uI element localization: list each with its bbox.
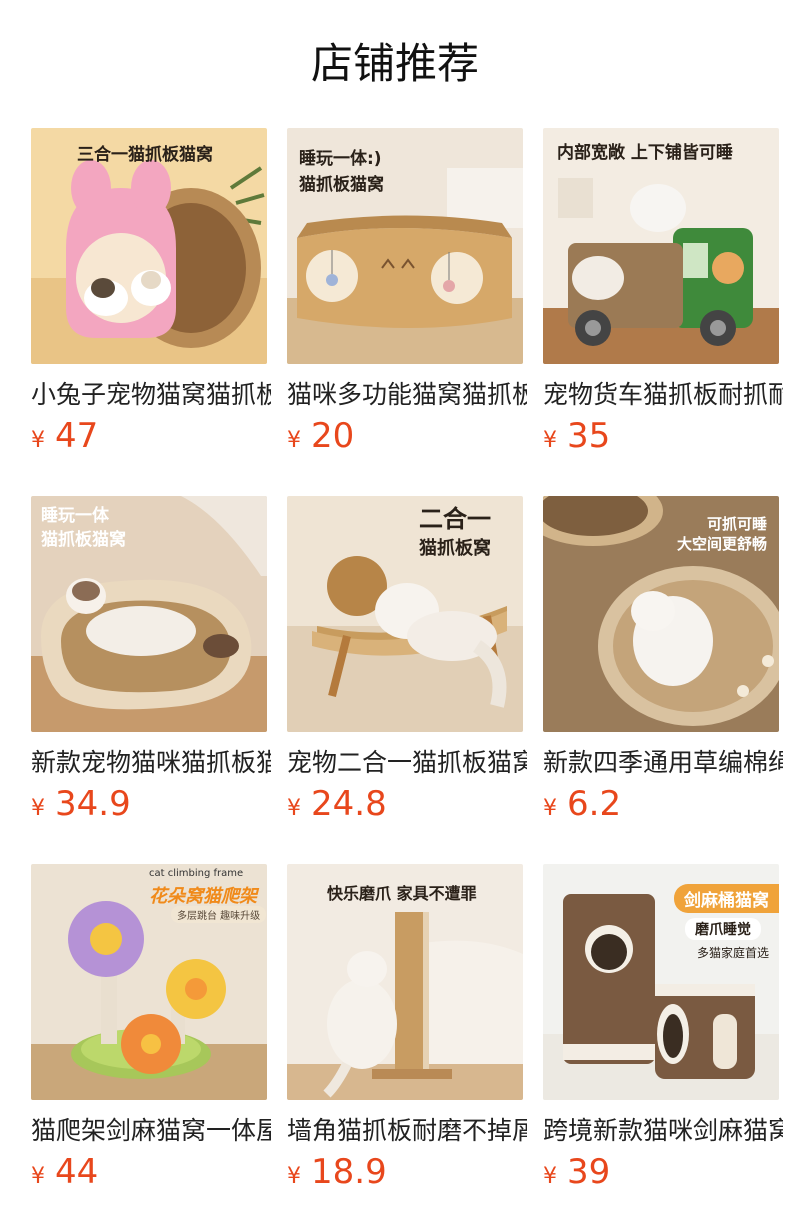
product-price: ¥ 47 — [31, 416, 267, 461]
product-price: ¥ 24.8 — [287, 784, 523, 829]
product-price: ¥ 39 — [543, 1152, 779, 1197]
caption-line: 猫抓板窝 — [419, 538, 491, 559]
product-card[interactable]: 睡玩一体 猫抓板猫窝 新款宠物猫咪猫抓板猫 ¥ 34.9 — [31, 496, 271, 864]
price-amount: 44 — [55, 1152, 99, 1192]
price-amount: 6.2 — [567, 784, 622, 824]
currency-symbol: ¥ — [31, 428, 45, 453]
caption-line: 猫抓板猫窝 — [41, 530, 126, 550]
currency-symbol: ¥ — [31, 796, 45, 821]
caption-line: 可抓可睡 — [706, 515, 767, 533]
caption-line: 猫抓板猫窝 — [299, 175, 384, 195]
currency-symbol: ¥ — [287, 796, 301, 821]
product-card[interactable]: 睡玩一体:) 猫抓板猫窝 猫咪多功能猫窝猫抓板 ¥ 20 — [287, 128, 527, 496]
caption-line: 大空间更舒畅 — [676, 535, 767, 553]
currency-symbol: ¥ — [287, 428, 301, 453]
image-caption: 睡玩一体:) 猫抓板猫窝 — [299, 146, 384, 198]
image-caption: 多猫家庭首选 — [696, 946, 769, 960]
caption-line: 睡玩一体 — [41, 506, 109, 526]
currency-symbol: ¥ — [287, 1164, 301, 1189]
product-name[interactable]: 猫咪多功能猫窝猫抓板 — [287, 378, 527, 412]
product-grid: 三合一猫抓板猫窝 小兔子宠物猫窝猫抓板 ¥ 47 睡玩一体:) 猫抓板猫窝 猫咪… — [31, 128, 790, 1232]
product-name[interactable]: 宠物二合一猫抓板猫窝 — [287, 746, 527, 780]
image-caption: 睡玩一体 猫抓板猫窝 — [41, 504, 126, 552]
price-amount: 18.9 — [311, 1152, 387, 1192]
product-price: ¥ 18.9 — [287, 1152, 523, 1197]
product-name[interactable]: 跨境新款猫咪剑麻猫窝 — [543, 1114, 783, 1148]
price-amount: 35 — [567, 416, 611, 456]
price-amount: 47 — [55, 416, 99, 456]
product-image[interactable]: 二合一 猫抓板窝 — [287, 496, 523, 732]
product-image[interactable]: cat climbing frame 花朵窝猫爬架 多层跳台 趣味升级 — [31, 864, 267, 1100]
product-card[interactable]: 剑麻桶猫窝 磨爪睡觉 多猫家庭首选 跨境新款猫咪剑麻猫窝 ¥ 39 — [543, 864, 783, 1232]
image-caption: 磨爪睡觉 — [685, 918, 761, 940]
currency-symbol: ¥ — [543, 1164, 557, 1189]
product-image[interactable]: 剑麻桶猫窝 磨爪睡觉 多猫家庭首选 — [543, 864, 779, 1100]
product-price: ¥ 35 — [543, 416, 779, 461]
product-name[interactable]: 新款宠物猫咪猫抓板猫 — [31, 746, 271, 780]
product-image[interactable]: 可抓可睡 大空间更舒畅 — [543, 496, 779, 732]
product-name[interactable]: 墙角猫抓板耐磨不掉屑 — [287, 1114, 527, 1148]
product-card[interactable]: 二合一 猫抓板窝 宠物二合一猫抓板猫窝 ¥ 24.8 — [287, 496, 527, 864]
image-caption: 多层跳台 趣味升级 — [171, 906, 267, 923]
currency-symbol: ¥ — [543, 428, 557, 453]
currency-symbol: ¥ — [31, 1164, 45, 1189]
price-amount: 20 — [311, 416, 355, 456]
caption-line: 二合一 — [419, 505, 491, 533]
product-card[interactable]: 快乐磨爪 家具不遭罪 墙角猫抓板耐磨不掉屑 ¥ 18.9 — [287, 864, 527, 1232]
product-price: ¥ 6.2 — [543, 784, 779, 829]
image-caption: 可抓可睡 大空间更舒畅 — [677, 514, 767, 554]
image-caption: 快乐磨爪 家具不遭罪 — [327, 884, 477, 903]
page-title: 店铺推荐 — [310, 39, 479, 88]
image-caption: 内部宽敞 上下铺皆可睡 — [557, 143, 733, 163]
image-caption: 花朵窝猫爬架 — [149, 886, 257, 907]
product-image[interactable]: 三合一猫抓板猫窝 — [31, 128, 267, 364]
product-image[interactable]: 睡玩一体 猫抓板猫窝 — [31, 496, 267, 732]
image-caption: 剑麻桶猫窝 — [674, 884, 779, 913]
price-amount: 39 — [567, 1152, 611, 1192]
product-card[interactable]: 内部宽敞 上下铺皆可睡 宠物货车猫抓板耐抓耐 ¥ 35 — [543, 128, 783, 496]
product-image[interactable]: 内部宽敞 上下铺皆可睡 — [543, 128, 779, 364]
product-image[interactable]: 睡玩一体:) 猫抓板猫窝 — [287, 128, 523, 364]
product-card[interactable]: cat climbing frame 花朵窝猫爬架 多层跳台 趣味升级 猫爬架剑… — [31, 864, 271, 1232]
image-caption: cat climbing frame — [149, 868, 244, 879]
image-caption: 二合一 猫抓板窝 — [419, 504, 491, 564]
price-amount: 34.9 — [55, 784, 131, 824]
product-price: ¥ 44 — [31, 1152, 267, 1197]
product-price: ¥ 20 — [287, 416, 523, 461]
image-caption: 三合一猫抓板猫窝 — [77, 145, 213, 165]
product-name[interactable]: 小兔子宠物猫窝猫抓板 — [31, 378, 271, 412]
product-price: ¥ 34.9 — [31, 784, 267, 829]
product-name[interactable]: 宠物货车猫抓板耐抓耐 — [543, 378, 783, 412]
price-amount: 24.8 — [311, 784, 387, 824]
product-card[interactable]: 三合一猫抓板猫窝 小兔子宠物猫窝猫抓板 ¥ 47 — [31, 128, 271, 496]
product-name[interactable]: 猫爬架剑麻猫窝一体屋 — [31, 1114, 271, 1148]
product-card[interactable]: 可抓可睡 大空间更舒畅 新款四季通用草编棉绳 ¥ 6.2 — [543, 496, 783, 864]
currency-symbol: ¥ — [543, 796, 557, 821]
product-image[interactable]: 快乐磨爪 家具不遭罪 — [287, 864, 523, 1100]
caption-line: 睡玩一体:) — [299, 149, 382, 169]
product-name[interactable]: 新款四季通用草编棉绳 — [543, 746, 783, 780]
